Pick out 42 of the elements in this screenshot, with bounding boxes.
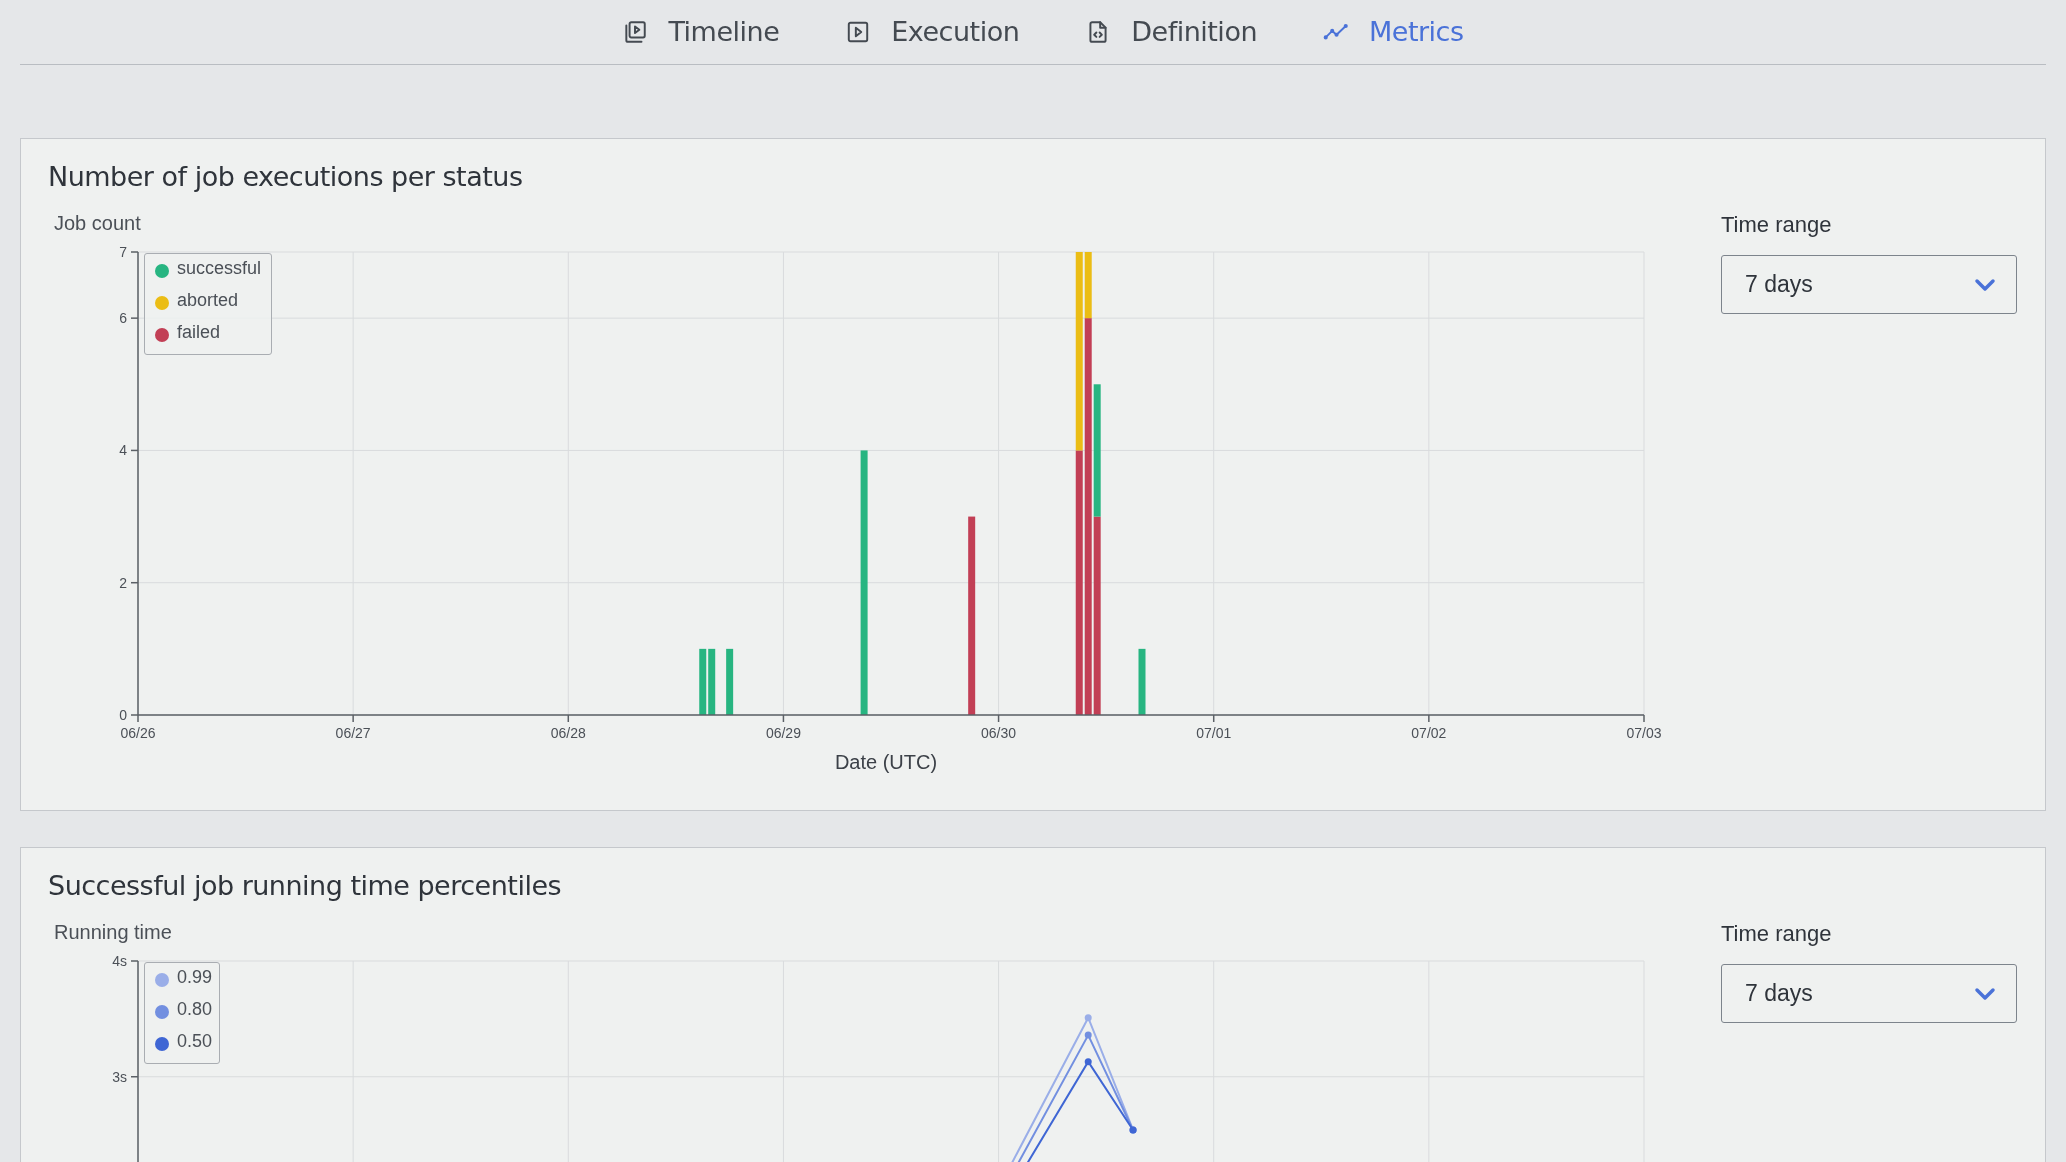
time-range-select[interactable]: 7 days [1721, 255, 2017, 314]
y-tick-label: 7 [119, 244, 127, 260]
x-tick-label: 06/26 [120, 725, 156, 741]
x-tick-label: 06/28 [550, 725, 586, 741]
stacked-play-icon [622, 19, 649, 45]
y-tick-label: 2 [119, 574, 127, 591]
tab[interactable]: Execution [845, 11, 1020, 53]
tab[interactable]: Metrics [1323, 11, 1464, 53]
x-tick-label: 07/01 [1196, 725, 1232, 741]
x-tick-label: 06/29 [765, 725, 801, 741]
legend-label: 0.50 [177, 1030, 213, 1053]
data-point [1084, 1031, 1092, 1039]
y-tick-label: 6 [119, 310, 127, 327]
card-title: Successful job running time percentiles [48, 869, 562, 903]
time-range-select[interactable]: 7 days [1721, 964, 2017, 1023]
legend-label: failed [177, 321, 221, 344]
field-label: Time range [1721, 211, 1832, 239]
legend-label: 0.80 [177, 998, 213, 1021]
x-axis-title: Date (UTC) [834, 751, 938, 773]
y-tick-label: 4 [119, 442, 127, 459]
tab[interactable]: Timeline [622, 11, 780, 53]
y-axis-title: Job count [54, 211, 141, 236]
chevron-down-icon [1974, 277, 1996, 292]
bar [726, 648, 734, 715]
x-tick-label: 06/27 [335, 725, 371, 741]
x-tick-label: 06/30 [981, 725, 1017, 741]
legend-label: aborted [177, 289, 239, 312]
y-tick-label: 3s [112, 1068, 127, 1085]
legend-label: successful [177, 257, 262, 280]
x-tick-label: 07/03 [1626, 725, 1662, 741]
card-title: Number of job executions per status [48, 160, 523, 194]
bar [1138, 648, 1146, 715]
x-tick-label: 07/02 [1411, 725, 1447, 741]
data-point [1084, 1014, 1092, 1022]
y-axis-title: Running time [54, 920, 172, 945]
data-point [1084, 1058, 1092, 1066]
tab[interactable]: Definition [1085, 11, 1257, 53]
y-tick-label: 0 [119, 707, 127, 723]
field-label: Time range [1721, 920, 1832, 948]
legend-label: 0.99 [177, 966, 213, 989]
chevron-down-icon [1974, 986, 1996, 1001]
y-tick-label: 4s [112, 953, 127, 969]
